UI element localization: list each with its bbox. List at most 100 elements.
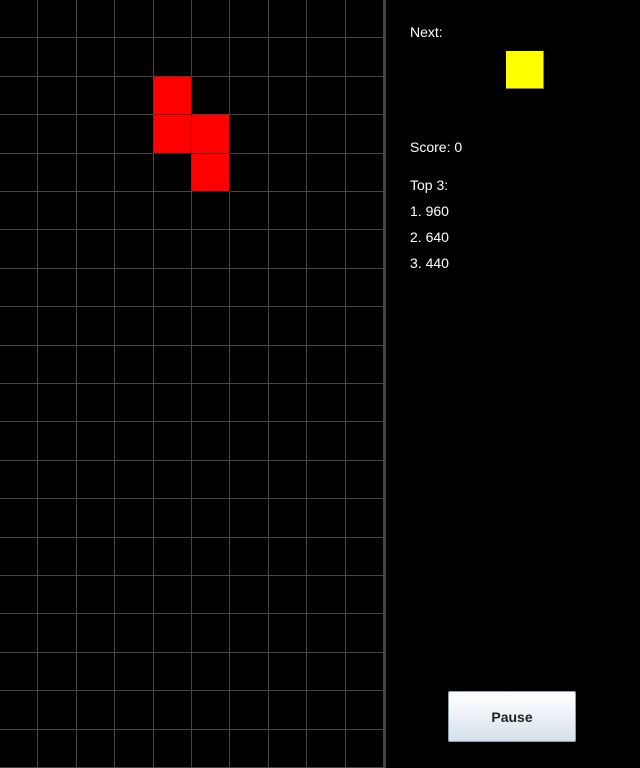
board-cell — [38, 268, 77, 308]
board-cell — [0, 576, 39, 615]
board-cell — [268, 115, 308, 154]
board-cell — [230, 192, 269, 231]
board-cell — [192, 537, 231, 576]
board-cell — [268, 38, 308, 77]
board-cell — [0, 115, 39, 154]
board-cell — [38, 345, 77, 384]
board-cell — [153, 192, 192, 231]
next-piece-block — [506, 51, 544, 89]
board-cell — [192, 499, 231, 538]
board-cell — [307, 76, 346, 116]
board-cell — [38, 76, 77, 116]
board-cell — [345, 576, 384, 615]
board-cell — [115, 153, 154, 192]
board-cell — [307, 614, 346, 653]
board-cell — [76, 652, 116, 692]
board-cell — [115, 499, 154, 538]
pause-button[interactable]: Pause — [448, 691, 576, 742]
board-cell — [268, 460, 308, 500]
board-cell — [0, 268, 39, 308]
board-cell — [307, 0, 346, 39]
board-cell — [115, 460, 154, 500]
board-cell — [76, 460, 116, 500]
next-piece-preview — [506, 51, 544, 89]
board-cell — [345, 192, 384, 231]
board-cell — [0, 614, 39, 653]
board-cell — [268, 499, 308, 538]
board-cell — [115, 76, 154, 116]
board-cell — [76, 537, 116, 576]
board-cell — [0, 76, 39, 116]
board-cell — [345, 537, 384, 576]
board-cell — [268, 153, 308, 192]
board-cell — [268, 230, 308, 269]
board-cell — [268, 537, 308, 576]
board-cell — [230, 691, 269, 730]
board-cell — [115, 38, 154, 77]
board-cell — [153, 422, 192, 461]
board-cell — [115, 576, 154, 615]
board-cell — [76, 230, 116, 269]
board-cell — [76, 268, 116, 308]
board-cell — [268, 268, 308, 308]
board-cell — [0, 307, 39, 346]
board-cell — [0, 0, 39, 39]
board-cell — [230, 230, 269, 269]
board-cell — [345, 652, 384, 692]
board-cell — [230, 537, 269, 576]
board-cell — [38, 499, 77, 538]
board-cell — [0, 537, 39, 576]
board-cell — [307, 115, 346, 154]
board-cell — [345, 230, 384, 269]
board-cell — [38, 192, 77, 231]
board-cell — [115, 0, 154, 39]
board-cell — [345, 614, 384, 653]
board-cell — [307, 652, 346, 692]
board-cell — [153, 153, 192, 192]
board-cell — [268, 345, 308, 384]
board-cell — [192, 230, 231, 269]
board-cell — [268, 652, 308, 692]
board-cell — [192, 384, 231, 423]
board-cell — [307, 192, 346, 231]
board-cell — [345, 345, 384, 384]
board-cell — [115, 614, 154, 653]
board-cell — [192, 307, 231, 346]
board-cell — [153, 230, 192, 269]
board-cell — [76, 614, 116, 653]
board-cell — [192, 576, 231, 615]
board-cell — [345, 115, 384, 154]
board-cell — [153, 460, 192, 500]
board-cell — [268, 422, 308, 461]
board-cell — [230, 614, 269, 653]
board-cell — [76, 576, 116, 615]
board-cell — [0, 384, 39, 423]
top-score-item: 2. 640 — [410, 229, 449, 245]
board-cell — [345, 38, 384, 77]
board-cell — [268, 729, 308, 768]
board-cell — [153, 384, 192, 423]
board-cell — [0, 460, 39, 500]
board-cell — [115, 537, 154, 576]
board-cell — [192, 614, 231, 653]
board-cell — [115, 384, 154, 423]
side-panel: Next: Score: 0 Top 3: 1. 960 2. 640 3. 4… — [386, 0, 640, 768]
board-cell — [345, 268, 384, 308]
board-cell — [0, 652, 39, 692]
board-cell — [345, 153, 384, 192]
board-cell — [76, 384, 116, 423]
board-cell — [268, 576, 308, 615]
board-cell — [230, 115, 269, 154]
board-cell — [115, 307, 154, 346]
board-cell — [268, 614, 308, 653]
board-cell — [38, 614, 77, 653]
board-cell — [153, 614, 192, 653]
board-cell — [307, 576, 346, 615]
board-cell — [38, 691, 77, 730]
game-board[interactable] — [0, 0, 384, 768]
board-cell — [0, 153, 39, 192]
board-cell — [38, 38, 77, 77]
board-cell — [268, 76, 308, 116]
board-cell — [345, 691, 384, 730]
board-cell — [230, 499, 269, 538]
